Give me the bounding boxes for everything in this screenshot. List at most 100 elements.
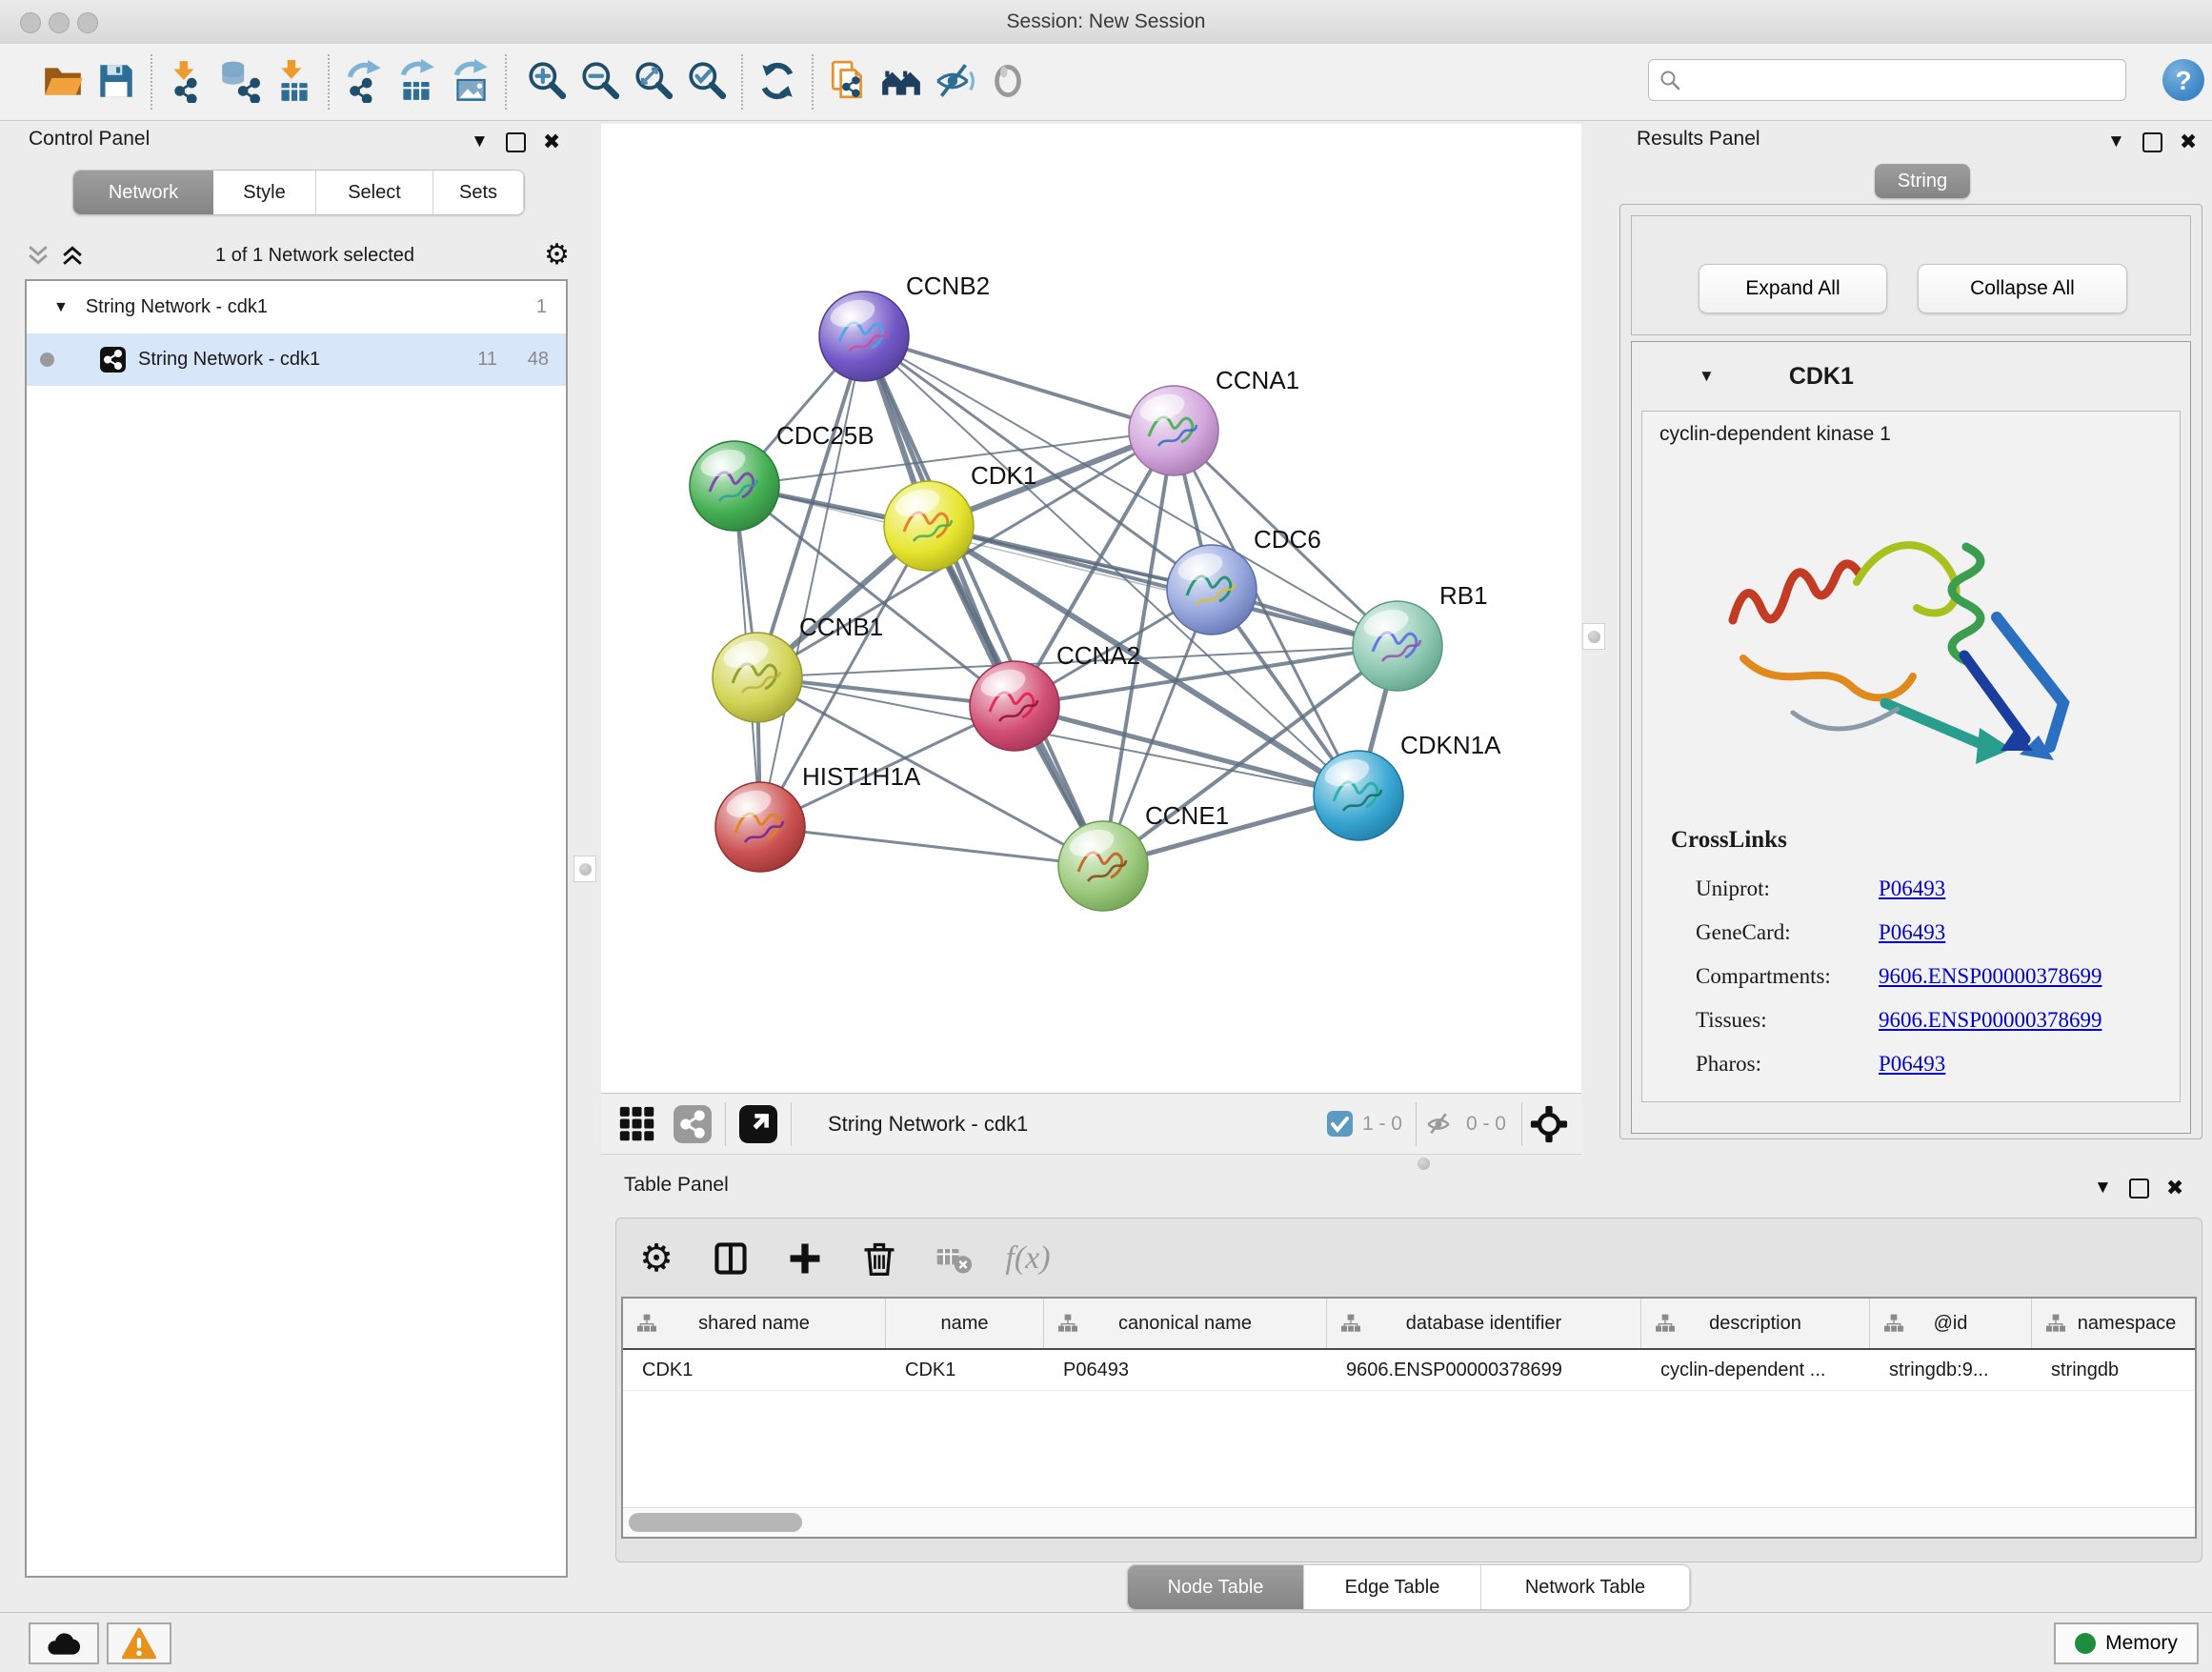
table-settings-button[interactable]: ⚙ <box>635 1238 677 1279</box>
birds-eye-view-icon[interactable] <box>1528 1103 1570 1145</box>
node-CDC6[interactable]: CDC6 <box>1167 525 1321 635</box>
first-neighbors-button[interactable] <box>875 51 928 112</box>
node-HIST1H1A[interactable]: HIST1H1A <box>715 762 921 872</box>
column-header-name[interactable]: name <box>886 1299 1044 1348</box>
tab-node-table[interactable]: Node Table <box>1128 1565 1304 1609</box>
column-header-namespace[interactable]: namespace <box>2032 1299 2197 1348</box>
add-column-button[interactable] <box>784 1238 826 1279</box>
tab-style[interactable]: Style <box>213 171 316 214</box>
open-session-button[interactable] <box>36 51 90 112</box>
export-network-button[interactable] <box>337 51 391 112</box>
panel-float-icon[interactable] <box>506 132 526 152</box>
network-collection-row[interactable]: ▼ String Network - cdk1 1 <box>27 281 566 333</box>
network-canvas[interactable]: CCNB2CCNA1CDC25BCDK1CDC6RB1CCNB1CCNA2CDK… <box>601 124 1581 1093</box>
node-CDC25B[interactable]: CDC25B <box>690 421 875 531</box>
crosslinks-list: Uniprot:P06493GeneCard:P06493Compartment… <box>1696 867 2102 1086</box>
expand-all-icon[interactable] <box>59 245 86 266</box>
column-header-sharedname[interactable]: shared name <box>623 1299 886 1348</box>
panel-menu-icon[interactable]: ▼ <box>2094 1178 2112 1199</box>
node-RB1[interactable]: RB1 <box>1353 581 1488 691</box>
expand-all-button[interactable]: Expand All <box>1699 264 1887 313</box>
import-network-file-button[interactable] <box>160 51 213 112</box>
collapse-all-button[interactable]: Collapse All <box>1918 264 2127 313</box>
right-splitter-handle[interactable] <box>1582 623 1605 650</box>
export-image-button[interactable] <box>444 51 497 112</box>
delete-column-button[interactable] <box>858 1238 900 1279</box>
network-row-selected[interactable]: String Network - cdk1 11 48 <box>27 333 566 386</box>
column-header-databaseidentifier[interactable]: database identifier <box>1327 1299 1641 1348</box>
search-input[interactable] <box>1681 62 2125 98</box>
node-CCNE1[interactable]: CCNE1 <box>1058 801 1229 911</box>
selected-checkbox-icon[interactable] <box>1327 1111 1353 1137</box>
column-header-description[interactable]: description <box>1641 1299 1870 1348</box>
zoom-fit-button[interactable] <box>627 51 680 112</box>
node-CCNA1[interactable]: CCNA1 <box>1129 366 1299 475</box>
tab-sets[interactable]: Sets <box>433 171 524 214</box>
save-session-button[interactable] <box>90 51 143 112</box>
panel-close-icon[interactable]: ✖ <box>543 130 560 154</box>
apply-layout-button[interactable] <box>751 51 804 112</box>
column-header-canonicalname[interactable]: canonical name <box>1044 1299 1327 1348</box>
column-header-id[interactable]: @id <box>1870 1299 2032 1348</box>
gene-section-header[interactable]: ▼ CDK1 <box>1632 342 2190 411</box>
node-CDK1[interactable]: CDK1 <box>884 461 1036 571</box>
crosslink-link[interactable]: P06493 <box>1879 1052 1945 1077</box>
network-options-gear-icon[interactable]: ⚙ <box>544 241 570 270</box>
import-network-database-button[interactable] <box>213 51 267 112</box>
crosslink-link[interactable]: 9606.ENSP00000378699 <box>1879 1008 2102 1033</box>
panel-menu-icon[interactable]: ▼ <box>471 131 489 152</box>
panel-menu-icon[interactable]: ▼ <box>2107 131 2125 152</box>
crosslink-link[interactable]: 9606.ENSP00000378699 <box>1879 964 2102 989</box>
hide-selected-button[interactable] <box>928 51 981 112</box>
node-label-CDC25B: CDC25B <box>776 421 875 450</box>
table-horizontal-scrollbar[interactable] <box>623 1507 2195 1537</box>
memory-button[interactable]: Memory <box>2054 1622 2199 1664</box>
show-all-button[interactable] <box>981 51 1035 112</box>
tab-network-table[interactable]: Network Table <box>1481 1565 1690 1609</box>
edge-CCNB2-HIST1H1A[interactable] <box>760 336 864 827</box>
network-label: String Network - cdk1 <box>138 349 320 371</box>
copy-network-button[interactable] <box>821 51 875 112</box>
hidden-eye-icon[interactable] <box>1420 1108 1457 1140</box>
left-splitter-handle[interactable] <box>573 856 596 882</box>
help-button[interactable]: ? <box>2162 59 2204 101</box>
open-session-icon <box>41 59 85 106</box>
panel-close-icon[interactable]: ✖ <box>2166 1176 2183 1200</box>
function-builder-button[interactable]: f(x) <box>1007 1238 1049 1279</box>
warning-button[interactable] <box>107 1622 171 1664</box>
crosslink-link[interactable]: P06493 <box>1879 876 1945 901</box>
edge-CDK1-RB1[interactable] <box>929 526 1398 646</box>
edge-CCNB2-CCNA1[interactable] <box>864 336 1174 431</box>
zoom-out-button[interactable] <box>573 51 627 112</box>
tab-edge-table[interactable]: Edge Table <box>1304 1565 1481 1609</box>
crosslink-link[interactable]: P06493 <box>1879 920 1945 945</box>
cloud-button[interactable] <box>29 1622 99 1664</box>
edge-HIST1H1A-CCNE1[interactable] <box>760 827 1103 866</box>
table-row[interactable]: CDK1CDK1P064939606.ENSP00000378699cyclin… <box>623 1350 2195 1391</box>
export-table-button[interactable] <box>391 51 444 112</box>
horizontal-splitter-handle[interactable] <box>1409 1155 1438 1172</box>
panel-close-icon[interactable]: ✖ <box>2180 130 2197 154</box>
collapse-all-icon[interactable] <box>25 245 51 266</box>
detach-view-icon[interactable] <box>737 1103 779 1145</box>
tab-network[interactable]: Network <box>73 171 213 214</box>
node-CDKN1A[interactable]: CDKN1A <box>1314 731 1501 840</box>
collection-expand-icon[interactable]: ▼ <box>53 299 69 316</box>
zoom-in-button[interactable] <box>520 51 573 112</box>
tab-select[interactable]: Select <box>316 171 433 214</box>
apply-layout-icon <box>755 59 799 106</box>
panel-float-icon[interactable] <box>2129 1178 2149 1199</box>
scrollbar-thumb[interactable] <box>629 1513 802 1532</box>
tab-string[interactable]: String <box>1875 164 1970 198</box>
import-table-button[interactable] <box>267 51 320 112</box>
show-columns-button[interactable] <box>710 1238 752 1279</box>
delete-table-button[interactable] <box>933 1238 975 1279</box>
gene-name: CDK1 <box>1789 363 1854 391</box>
panel-float-icon[interactable] <box>2142 132 2162 152</box>
zoom-selected-button[interactable] <box>680 51 734 112</box>
network-view-share-icon[interactable] <box>672 1103 714 1145</box>
section-collapse-icon[interactable]: ▼ <box>1699 367 1715 386</box>
node-CCNB1[interactable]: CCNB1 <box>713 613 883 722</box>
network-tree: ▼ String Network - cdk1 1 String Network… <box>25 279 568 1578</box>
grid-view-icon[interactable] <box>616 1103 658 1145</box>
